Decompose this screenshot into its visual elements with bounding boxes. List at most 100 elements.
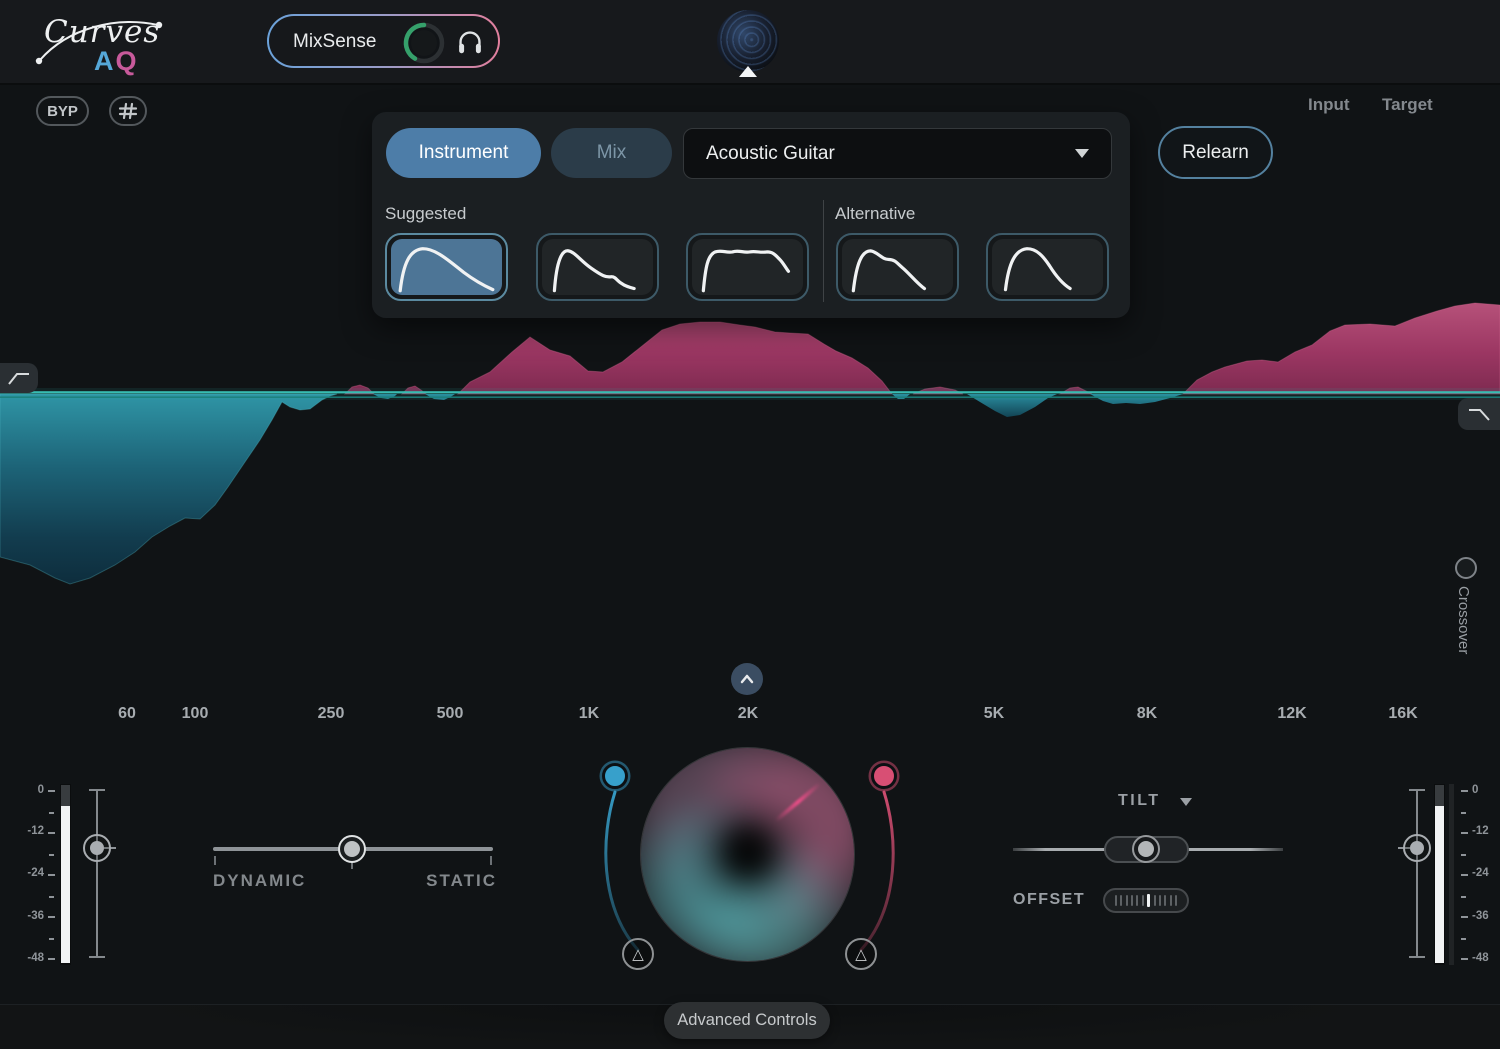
curves-aq-logo: Curves AQ: [30, 8, 190, 82]
morph-orb[interactable]: [640, 747, 855, 962]
meter-fill: [61, 806, 70, 963]
offset-stepper[interactable]: [1103, 888, 1189, 913]
freq-tick-8k: 8K: [1137, 705, 1157, 723]
logo-letter-a: A: [94, 46, 116, 76]
grid-view-button[interactable]: [109, 96, 147, 126]
logo-aq: AQ: [94, 46, 139, 77]
mixsense-label: MixSense: [293, 31, 376, 53]
blue-handle-stem: [606, 792, 638, 950]
target-baseline-shadow: [0, 396, 1500, 398]
target-meter-label[interactable]: Target: [1382, 95, 1433, 115]
offset-tick: [1126, 895, 1128, 906]
collapse-controls-button[interactable]: [731, 663, 763, 695]
gain-slider-bottom-cap: [1409, 956, 1425, 958]
low-cut-slope-button[interactable]: [0, 363, 38, 393]
analysis-sphere-icon[interactable]: [717, 10, 779, 72]
right-gain-knob[interactable]: [1403, 834, 1431, 862]
db-tick: [1461, 790, 1468, 792]
alternative-curve-2[interactable]: [986, 233, 1109, 301]
offset-tick: [1154, 895, 1156, 906]
meter-fill: [1435, 806, 1444, 963]
right-reset-button[interactable]: △: [845, 938, 877, 970]
tab-mix-label: Mix: [597, 142, 627, 164]
freq-tick-1k: 1K: [579, 705, 599, 723]
freq-tick-12k: 12K: [1277, 705, 1306, 723]
bypass-button[interactable]: BYP: [36, 96, 89, 126]
right-gain-slider-track[interactable]: [1416, 790, 1418, 958]
right-gain-knob-dot: [1410, 841, 1424, 855]
dynamic-static-knob[interactable]: [338, 835, 366, 863]
db-label: -36: [14, 910, 44, 922]
logo-wordmark: Curves: [44, 14, 160, 50]
left-gain-knob-dot: [90, 841, 104, 855]
blue-morph-handle[interactable]: [602, 763, 628, 789]
tilt-knob[interactable]: [1132, 835, 1160, 863]
db-label: -48: [14, 952, 44, 964]
db-tick: [1461, 958, 1468, 960]
meter-peak-segment: [1435, 785, 1444, 806]
tilt-knob-dot: [1138, 841, 1154, 857]
db-tick: [1461, 832, 1468, 834]
tab-instrument[interactable]: Instrument: [386, 128, 541, 178]
instrument-profile-dropdown[interactable]: Acoustic Guitar: [683, 128, 1112, 179]
db-label: -12: [14, 825, 44, 837]
left-gain-slider-track[interactable]: [96, 790, 98, 958]
offset-tick: [1159, 895, 1161, 906]
mixsense-control[interactable]: MixSense: [267, 14, 500, 68]
db-tick: [1461, 916, 1468, 918]
collapse-header-arrow[interactable]: [739, 66, 757, 77]
pink-handle-stem: [861, 792, 893, 950]
advanced-controls-label: Advanced Controls: [677, 1011, 816, 1030]
bypass-label: BYP: [47, 103, 78, 120]
headphones-icon[interactable]: [457, 29, 483, 55]
tilt-label[interactable]: TILT: [1118, 792, 1161, 810]
db-tick-minor: [1461, 938, 1466, 940]
pink-morph-handle[interactable]: [871, 763, 897, 789]
suggested-label: Suggested: [385, 204, 466, 224]
db-label: -36: [1472, 910, 1500, 922]
relearn-label: Relearn: [1182, 142, 1249, 164]
offset-tick: [1131, 895, 1133, 906]
input-meter-label[interactable]: Input: [1308, 95, 1350, 115]
offset-tick: [1170, 895, 1172, 906]
freq-tick-60: 60: [118, 705, 136, 723]
mixsense-knob[interactable]: [401, 20, 447, 66]
left-reset-button[interactable]: △: [622, 938, 654, 970]
dynamic-label: DYNAMIC: [213, 871, 306, 891]
gain-slider-bottom-cap: [89, 956, 105, 958]
crossover-label: Crossover: [1455, 586, 1472, 654]
high-cut-slope-button[interactable]: [1458, 398, 1500, 430]
suggested-curve-2[interactable]: [536, 233, 659, 301]
db-tick: [48, 832, 55, 834]
morph-orb-texture: [640, 747, 855, 962]
crossover-toggle[interactable]: [1455, 557, 1477, 579]
advanced-controls-button[interactable]: Advanced Controls: [664, 1002, 830, 1039]
chevron-up-icon: [731, 663, 763, 695]
db-tick: [48, 916, 55, 918]
offset-tick: [1175, 895, 1177, 906]
db-tick: [48, 958, 55, 960]
freq-tick-2k: 2K: [738, 705, 758, 723]
db-tick: [48, 874, 55, 876]
tab-mix[interactable]: Mix: [551, 128, 672, 178]
offset-tick-current: [1147, 894, 1150, 907]
db-label: 0: [1472, 784, 1500, 796]
static-label: STATIC: [407, 871, 497, 891]
offset-tick: [1136, 895, 1138, 906]
db-tick-minor: [1461, 812, 1466, 814]
left-gain-knob[interactable]: [83, 834, 111, 862]
offset-tick: [1142, 895, 1144, 906]
suggested-curve-1-selected[interactable]: [385, 233, 508, 301]
tilt-dropdown-caret-icon[interactable]: [1180, 798, 1192, 806]
spectrum-teal-area: [0, 394, 337, 584]
db-tick-minor: [1461, 854, 1466, 856]
db-label: -24: [14, 867, 44, 879]
tab-instrument-label: Instrument: [419, 142, 509, 164]
suggested-curve-3[interactable]: [686, 233, 809, 301]
triangle-icon: △: [855, 945, 867, 963]
relearn-button[interactable]: Relearn: [1158, 126, 1273, 179]
alternative-curve-1[interactable]: [836, 233, 959, 301]
db-label: -48: [1472, 952, 1500, 964]
target-level-meter: [1449, 784, 1454, 965]
offset-tick: [1120, 895, 1122, 906]
